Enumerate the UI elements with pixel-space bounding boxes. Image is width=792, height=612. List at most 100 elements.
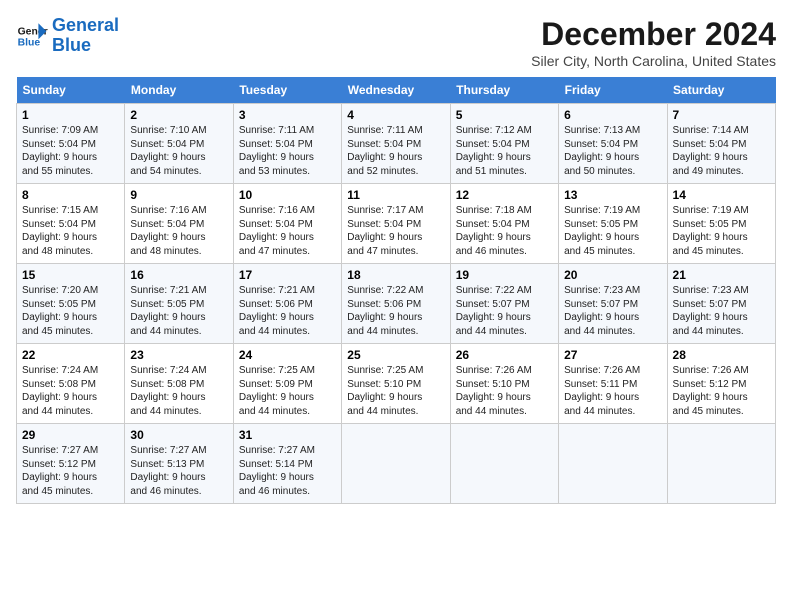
calendar-header-row: SundayMondayTuesdayWednesdayThursdayFrid…	[17, 77, 776, 104]
day-content: Sunrise: 7:27 AM Sunset: 5:13 PM Dayligh…	[130, 444, 227, 498]
day-content: Sunrise: 7:21 AM Sunset: 5:05 PM Dayligh…	[130, 284, 227, 338]
header-thursday: Thursday	[450, 77, 558, 104]
day-content: Sunrise: 7:26 AM Sunset: 5:11 PM Dayligh…	[564, 364, 661, 418]
day-content: Sunrise: 7:13 AM Sunset: 5:04 PM Dayligh…	[564, 124, 661, 178]
day-number: 21	[673, 268, 770, 282]
header-friday: Friday	[559, 77, 667, 104]
day-number: 18	[347, 268, 444, 282]
header: General Blue General Blue December 2024 …	[16, 16, 776, 69]
calendar-week-2: 8 Sunrise: 7:15 AM Sunset: 5:04 PM Daylig…	[17, 184, 776, 264]
calendar-cell: 8 Sunrise: 7:15 AM Sunset: 5:04 PM Daylig…	[17, 184, 125, 264]
calendar-cell: 17 Sunrise: 7:21 AM Sunset: 5:06 PM Dayli…	[233, 264, 341, 344]
day-number: 17	[239, 268, 336, 282]
calendar-week-1: 1 Sunrise: 7:09 AM Sunset: 5:04 PM Daylig…	[17, 104, 776, 184]
day-number: 16	[130, 268, 227, 282]
day-content: Sunrise: 7:26 AM Sunset: 5:10 PM Dayligh…	[456, 364, 553, 418]
day-number: 1	[22, 108, 119, 122]
calendar-cell: 13 Sunrise: 7:19 AM Sunset: 5:05 PM Dayli…	[559, 184, 667, 264]
calendar-cell: 31 Sunrise: 7:27 AM Sunset: 5:14 PM Dayli…	[233, 424, 341, 504]
calendar-week-3: 15Sunrise: 7:20 AM Sunset: 5:05 PM Dayli…	[17, 264, 776, 344]
calendar-cell: 12Sunrise: 7:18 AM Sunset: 5:04 PM Dayli…	[450, 184, 558, 264]
calendar-cell: 30 Sunrise: 7:27 AM Sunset: 5:13 PM Dayli…	[125, 424, 233, 504]
day-number: 25	[347, 348, 444, 362]
calendar-cell: 9Sunrise: 7:16 AM Sunset: 5:04 PM Daylig…	[125, 184, 233, 264]
day-content: Sunrise: 7:27 AM Sunset: 5:14 PM Dayligh…	[239, 444, 336, 498]
day-content: Sunrise: 7:25 AM Sunset: 5:10 PM Dayligh…	[347, 364, 444, 418]
day-number: 22	[22, 348, 119, 362]
calendar-cell: 18 Sunrise: 7:22 AM Sunset: 5:06 PM Dayli…	[342, 264, 450, 344]
day-content: Sunrise: 7:18 AM Sunset: 5:04 PM Dayligh…	[456, 204, 553, 258]
calendar-cell: 5 Sunrise: 7:12 AM Sunset: 5:04 PM Daylig…	[450, 104, 558, 184]
calendar-cell: 3 Sunrise: 7:11 AM Sunset: 5:04 PM Daylig…	[233, 104, 341, 184]
day-content: Sunrise: 7:10 AM Sunset: 5:04 PM Dayligh…	[130, 124, 227, 178]
calendar-week-5: 29 Sunrise: 7:27 AM Sunset: 5:12 PM Dayli…	[17, 424, 776, 504]
day-content: Sunrise: 7:20 AM Sunset: 5:05 PM Dayligh…	[22, 284, 119, 338]
day-number: 29	[22, 428, 119, 442]
calendar-cell: 23 Sunrise: 7:24 AM Sunset: 5:08 PM Dayli…	[125, 344, 233, 424]
day-content: Sunrise: 7:21 AM Sunset: 5:06 PM Dayligh…	[239, 284, 336, 338]
calendar-table: SundayMondayTuesdayWednesdayThursdayFrid…	[16, 77, 776, 504]
header-saturday: Saturday	[667, 77, 775, 104]
day-number: 24	[239, 348, 336, 362]
day-number: 14	[673, 188, 770, 202]
day-content: Sunrise: 7:16 AM Sunset: 5:04 PM Dayligh…	[130, 204, 227, 258]
day-number: 26	[456, 348, 553, 362]
calendar-cell: 11Sunrise: 7:17 AM Sunset: 5:04 PM Dayli…	[342, 184, 450, 264]
day-content: Sunrise: 7:24 AM Sunset: 5:08 PM Dayligh…	[130, 364, 227, 418]
logo-icon: General Blue	[16, 20, 48, 52]
day-number: 3	[239, 108, 336, 122]
day-number: 8	[22, 188, 119, 202]
day-number: 5	[456, 108, 553, 122]
day-content: Sunrise: 7:19 AM Sunset: 5:05 PM Dayligh…	[673, 204, 770, 258]
day-content: Sunrise: 7:22 AM Sunset: 5:07 PM Dayligh…	[456, 284, 553, 338]
calendar-cell: 26 Sunrise: 7:26 AM Sunset: 5:10 PM Dayli…	[450, 344, 558, 424]
calendar-cell: 29 Sunrise: 7:27 AM Sunset: 5:12 PM Dayli…	[17, 424, 125, 504]
header-tuesday: Tuesday	[233, 77, 341, 104]
day-content: Sunrise: 7:11 AM Sunset: 5:04 PM Dayligh…	[347, 124, 444, 178]
day-content: Sunrise: 7:27 AM Sunset: 5:12 PM Dayligh…	[22, 444, 119, 498]
day-number: 20	[564, 268, 661, 282]
calendar-cell: 21Sunrise: 7:23 AM Sunset: 5:07 PM Dayli…	[667, 264, 775, 344]
day-content: Sunrise: 7:23 AM Sunset: 5:07 PM Dayligh…	[564, 284, 661, 338]
header-wednesday: Wednesday	[342, 77, 450, 104]
calendar-cell: 22 Sunrise: 7:24 AM Sunset: 5:08 PM Dayli…	[17, 344, 125, 424]
calendar-cell: 1 Sunrise: 7:09 AM Sunset: 5:04 PM Daylig…	[17, 104, 125, 184]
calendar-cell: 2Sunrise: 7:10 AM Sunset: 5:04 PM Daylig…	[125, 104, 233, 184]
logo: General Blue General Blue	[16, 16, 119, 56]
calendar-cell	[559, 424, 667, 504]
day-content: Sunrise: 7:09 AM Sunset: 5:04 PM Dayligh…	[22, 124, 119, 178]
day-number: 23	[130, 348, 227, 362]
calendar-cell	[450, 424, 558, 504]
day-content: Sunrise: 7:16 AM Sunset: 5:04 PM Dayligh…	[239, 204, 336, 258]
day-content: Sunrise: 7:11 AM Sunset: 5:04 PM Dayligh…	[239, 124, 336, 178]
calendar-cell: 20 Sunrise: 7:23 AM Sunset: 5:07 PM Dayli…	[559, 264, 667, 344]
day-number: 27	[564, 348, 661, 362]
day-content: Sunrise: 7:14 AM Sunset: 5:04 PM Dayligh…	[673, 124, 770, 178]
day-number: 10	[239, 188, 336, 202]
day-content: Sunrise: 7:19 AM Sunset: 5:05 PM Dayligh…	[564, 204, 661, 258]
calendar-cell: 19 Sunrise: 7:22 AM Sunset: 5:07 PM Dayli…	[450, 264, 558, 344]
month-title: December 2024	[531, 16, 776, 53]
calendar-cell: 10 Sunrise: 7:16 AM Sunset: 5:04 PM Dayli…	[233, 184, 341, 264]
calendar-cell: 7 Sunrise: 7:14 AM Sunset: 5:04 PM Daylig…	[667, 104, 775, 184]
svg-text:Blue: Blue	[18, 37, 41, 48]
day-number: 28	[673, 348, 770, 362]
logo-text-line1: General	[52, 16, 119, 36]
calendar-cell: 4 Sunrise: 7:11 AM Sunset: 5:04 PM Daylig…	[342, 104, 450, 184]
day-number: 13	[564, 188, 661, 202]
day-content: Sunrise: 7:22 AM Sunset: 5:06 PM Dayligh…	[347, 284, 444, 338]
location-title: Siler City, North Carolina, United State…	[531, 53, 776, 69]
day-number: 6	[564, 108, 661, 122]
day-number: 7	[673, 108, 770, 122]
day-content: Sunrise: 7:15 AM Sunset: 5:04 PM Dayligh…	[22, 204, 119, 258]
day-number: 19	[456, 268, 553, 282]
day-number: 4	[347, 108, 444, 122]
calendar-cell: 6 Sunrise: 7:13 AM Sunset: 5:04 PM Daylig…	[559, 104, 667, 184]
day-content: Sunrise: 7:12 AM Sunset: 5:04 PM Dayligh…	[456, 124, 553, 178]
header-sunday: Sunday	[17, 77, 125, 104]
day-number: 30	[130, 428, 227, 442]
calendar-cell: 14 Sunrise: 7:19 AM Sunset: 5:05 PM Dayli…	[667, 184, 775, 264]
day-number: 31	[239, 428, 336, 442]
day-content: Sunrise: 7:24 AM Sunset: 5:08 PM Dayligh…	[22, 364, 119, 418]
header-monday: Monday	[125, 77, 233, 104]
